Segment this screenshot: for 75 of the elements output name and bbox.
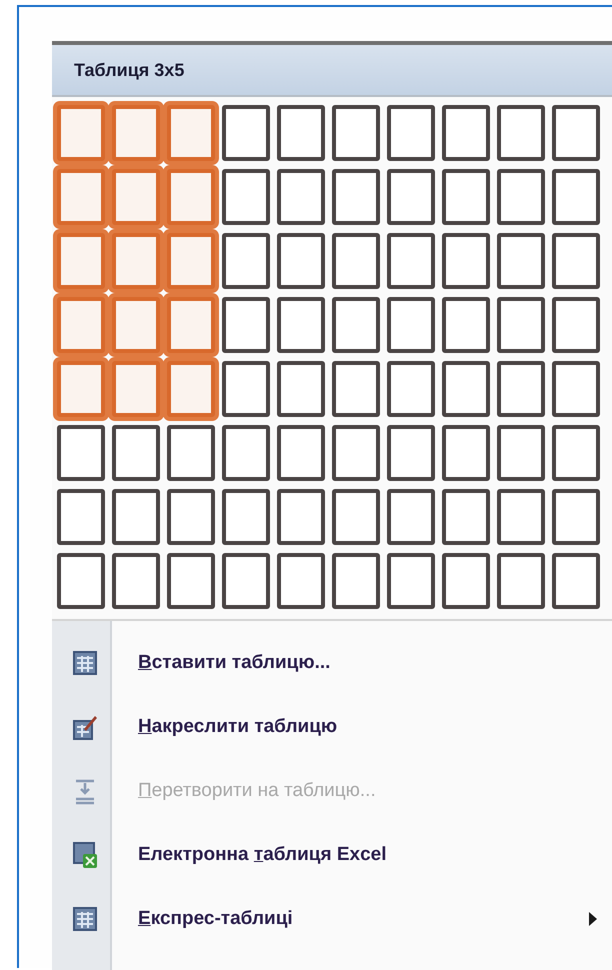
- grid-cell[interactable]: [332, 553, 380, 609]
- grid-cell[interactable]: [277, 553, 325, 609]
- grid-cell[interactable]: [222, 361, 270, 417]
- grid-cell[interactable]: [552, 361, 600, 417]
- grid-cell[interactable]: [57, 425, 105, 481]
- grid-cell[interactable]: [277, 297, 325, 353]
- grid-cell[interactable]: [112, 489, 160, 545]
- grid-cell[interactable]: [167, 553, 215, 609]
- grid-cell[interactable]: [222, 489, 270, 545]
- grid-cell[interactable]: [332, 425, 380, 481]
- grid-cell[interactable]: [387, 105, 435, 161]
- spreadsheet-icon: [72, 841, 98, 869]
- grid-cell[interactable]: [332, 489, 380, 545]
- grid-cell[interactable]: [442, 105, 490, 161]
- menu-title: Таблиця 3x5: [74, 60, 184, 80]
- grid-cell[interactable]: [442, 361, 490, 417]
- grid-cell[interactable]: [387, 233, 435, 289]
- grid-cell[interactable]: [332, 233, 380, 289]
- grid-cell[interactable]: [387, 553, 435, 609]
- menu-item[interactable]: Експрес-таблиці: [52, 887, 612, 951]
- grid-cell[interactable]: [497, 425, 545, 481]
- submenu-arrow-icon: [588, 911, 598, 927]
- grid-cell[interactable]: [552, 553, 600, 609]
- grid-cell[interactable]: [497, 553, 545, 609]
- grid-cell[interactable]: [442, 233, 490, 289]
- grid-cell[interactable]: [277, 105, 325, 161]
- menu-item[interactable]: Вставити таблицю...: [52, 631, 612, 695]
- table-icon: [72, 905, 98, 933]
- grid-cell[interactable]: [57, 553, 105, 609]
- grid-cell[interactable]: [57, 489, 105, 545]
- grid-cell[interactable]: [552, 169, 600, 225]
- grid-cell[interactable]: [497, 105, 545, 161]
- grid-cell[interactable]: [442, 489, 490, 545]
- grid-cell[interactable]: [442, 297, 490, 353]
- grid-cell[interactable]: [387, 169, 435, 225]
- grid-cell[interactable]: [442, 169, 490, 225]
- grid-cell[interactable]: [277, 489, 325, 545]
- grid-cell[interactable]: [222, 553, 270, 609]
- grid-cell[interactable]: [277, 169, 325, 225]
- menu-item[interactable]: Електронна таблиця Excel: [52, 823, 612, 887]
- grid-cell[interactable]: [332, 361, 380, 417]
- grid-cell[interactable]: [332, 169, 380, 225]
- grid-cell[interactable]: [222, 105, 270, 161]
- grid-cell[interactable]: [332, 297, 380, 353]
- grid-cell[interactable]: [552, 105, 600, 161]
- grid-cell[interactable]: [277, 361, 325, 417]
- grid-cell[interactable]: [552, 233, 600, 289]
- grid-cell[interactable]: [112, 425, 160, 481]
- grid-cell[interactable]: [497, 297, 545, 353]
- grid-cell[interactable]: [222, 425, 270, 481]
- grid-cell[interactable]: [387, 425, 435, 481]
- grid-cell[interactable]: [387, 361, 435, 417]
- table-pencil-icon: [72, 713, 98, 741]
- grid-cell[interactable]: [552, 297, 600, 353]
- grid-cell[interactable]: [277, 233, 325, 289]
- table-icon: [72, 649, 98, 677]
- grid-cell[interactable]: [332, 105, 380, 161]
- grid-cell[interactable]: [222, 169, 270, 225]
- grid-cell[interactable]: [497, 489, 545, 545]
- grid-cell[interactable]: [552, 489, 600, 545]
- grid-cell[interactable]: [497, 169, 545, 225]
- menu-item[interactable]: Накреслити таблицю: [52, 695, 612, 759]
- grid-cell[interactable]: [387, 297, 435, 353]
- grid-cell[interactable]: [497, 233, 545, 289]
- grid-cell[interactable]: [277, 425, 325, 481]
- grid-cell[interactable]: [167, 489, 215, 545]
- grid-cell[interactable]: [442, 553, 490, 609]
- grid-cell[interactable]: [167, 425, 215, 481]
- grid-cell[interactable]: [552, 425, 600, 481]
- grid-cell[interactable]: [222, 297, 270, 353]
- grid-cell[interactable]: [112, 553, 160, 609]
- grid-cell[interactable]: [222, 233, 270, 289]
- grid-cell[interactable]: [387, 489, 435, 545]
- grid-cell[interactable]: [442, 425, 490, 481]
- grid-cell[interactable]: [497, 361, 545, 417]
